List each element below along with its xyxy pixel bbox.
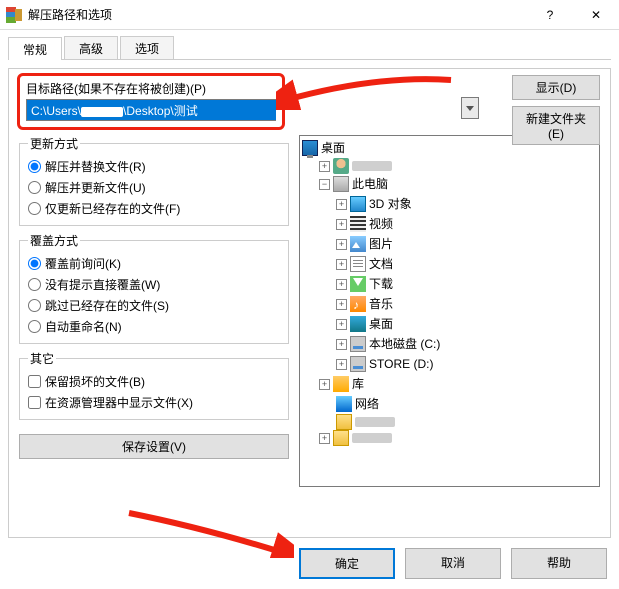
new-folder-button[interactable]: 新建文件夹(E) xyxy=(512,106,600,145)
help-button[interactable]: 帮助 xyxy=(511,548,607,579)
expand-icon[interactable]: + xyxy=(319,433,330,444)
overwrite-opt-ask[interactable]: 覆盖前询问(K) xyxy=(28,253,280,274)
download-icon xyxy=(350,276,366,292)
app-icon xyxy=(6,7,22,23)
display-button[interactable]: 显示(D) xyxy=(512,75,600,100)
overwrite-opt-rename[interactable]: 自动重命名(N) xyxy=(28,316,280,337)
disk-icon xyxy=(350,336,366,352)
redacted-segment xyxy=(81,107,123,117)
path-text-prefix: C:\Users\ xyxy=(31,104,81,118)
tree-3dobjects[interactable]: +3D 对象 xyxy=(302,194,597,214)
video-icon xyxy=(350,216,366,232)
misc-keep-broken[interactable]: 保留损坏的文件(B) xyxy=(28,371,280,392)
misc-show-explorer[interactable]: 在资源管理器中显示文件(X) xyxy=(28,392,280,413)
expand-icon[interactable]: + xyxy=(336,299,347,310)
music-icon xyxy=(350,296,366,312)
tab-general[interactable]: 常规 xyxy=(8,37,62,60)
expand-icon[interactable]: + xyxy=(336,259,347,270)
expand-icon[interactable]: + xyxy=(336,359,347,370)
tree-local-disk[interactable]: +本地磁盘 (C:) xyxy=(302,334,597,354)
dialog-footer: 确定 取消 帮助 xyxy=(299,548,607,579)
cancel-button[interactable]: 取消 xyxy=(405,548,501,579)
redacted-folder xyxy=(352,433,392,443)
tree-folder-1[interactable] xyxy=(302,414,597,430)
document-icon xyxy=(350,256,366,272)
tree-documents[interactable]: +文档 xyxy=(302,254,597,274)
tabstrip: 常规 高级 选项 xyxy=(8,36,611,60)
misc-group: 其它 保留损坏的文件(B) 在资源管理器中显示文件(X) xyxy=(19,350,289,420)
folder-tree[interactable]: 桌面 + −此电脑 +3D 对象 +视频 +图片 +文档 +下载 +音乐 +桌面… xyxy=(299,135,600,487)
save-settings-button[interactable]: 保存设置(V) xyxy=(19,434,289,459)
tree-libraries[interactable]: +库 xyxy=(302,374,597,394)
tree-pictures[interactable]: +图片 xyxy=(302,234,597,254)
update-opt-update[interactable]: 解压并更新文件(U) xyxy=(28,177,280,198)
overwrite-opt-noask[interactable]: 没有提示直接覆盖(W) xyxy=(28,274,280,295)
monitor-icon xyxy=(302,140,318,156)
expand-icon[interactable]: + xyxy=(319,161,330,172)
update-mode-legend: 更新方式 xyxy=(28,135,80,152)
cube-icon xyxy=(350,196,366,212)
tab-advanced[interactable]: 高级 xyxy=(64,36,118,59)
update-mode-group: 更新方式 解压并替换文件(R) 解压并更新文件(U) 仅更新已经存在的文件(F) xyxy=(19,135,289,226)
tab-panel: 目标路径(如果不存在将被创建)(P) C:\Users\\Desktop\测试 … xyxy=(8,68,611,538)
redacted-folder xyxy=(355,417,395,427)
expand-icon[interactable]: + xyxy=(336,339,347,350)
computer-icon xyxy=(333,176,349,192)
overwrite-mode-legend: 覆盖方式 xyxy=(28,232,80,249)
tab-options[interactable]: 选项 xyxy=(120,36,174,59)
misc-legend: 其它 xyxy=(28,350,56,367)
tree-user[interactable]: + xyxy=(302,158,597,174)
close-caption-button[interactable]: ✕ xyxy=(573,0,619,30)
disk-icon xyxy=(350,356,366,372)
tree-network[interactable]: 网络 xyxy=(302,394,597,414)
expand-icon[interactable]: + xyxy=(336,219,347,230)
user-icon xyxy=(333,158,349,174)
picture-icon xyxy=(350,236,366,252)
update-opt-refresh[interactable]: 仅更新已经存在的文件(F) xyxy=(28,198,280,219)
expand-icon[interactable]: + xyxy=(336,319,347,330)
destination-path-input[interactable]: C:\Users\ \Desktop\测试 xyxy=(26,99,276,121)
library-icon xyxy=(333,376,349,392)
overwrite-opt-skip[interactable]: 跳过已经存在的文件(S) xyxy=(28,295,280,316)
expand-icon[interactable]: + xyxy=(336,279,347,290)
tree-folder-2[interactable]: + xyxy=(302,430,597,446)
folder-icon xyxy=(336,414,352,430)
help-caption-button[interactable]: ? xyxy=(527,0,573,30)
expand-icon[interactable]: + xyxy=(336,239,347,250)
tree-downloads[interactable]: +下载 xyxy=(302,274,597,294)
ok-button[interactable]: 确定 xyxy=(299,548,395,579)
destination-path-group: 目标路径(如果不存在将被创建)(P) C:\Users\ \Desktop\测试 xyxy=(17,73,285,130)
tree-music[interactable]: +音乐 xyxy=(302,294,597,314)
tree-desk[interactable]: +桌面 xyxy=(302,314,597,334)
path-text-suffix: \Desktop\测试 xyxy=(123,104,198,118)
tree-store[interactable]: +STORE (D:) xyxy=(302,354,597,374)
path-dropdown-button[interactable] xyxy=(461,97,479,119)
update-opt-replace[interactable]: 解压并替换文件(R) xyxy=(28,156,280,177)
destination-path-label: 目标路径(如果不存在将被创建)(P) xyxy=(26,80,276,97)
expand-icon[interactable]: + xyxy=(336,199,347,210)
chevron-down-icon xyxy=(466,106,474,111)
folder-icon xyxy=(333,430,349,446)
tree-videos[interactable]: +视频 xyxy=(302,214,597,234)
redacted-user xyxy=(352,161,392,171)
titlebar: 解压路径和选项 ? ✕ xyxy=(0,0,619,30)
network-icon xyxy=(336,396,352,412)
tree-thispc[interactable]: −此电脑 xyxy=(302,174,597,194)
desktop-icon xyxy=(350,316,366,332)
collapse-icon[interactable]: − xyxy=(319,179,330,190)
overwrite-mode-group: 覆盖方式 覆盖前询问(K) 没有提示直接覆盖(W) 跳过已经存在的文件(S) 自… xyxy=(19,232,289,344)
window-title: 解压路径和选项 xyxy=(28,6,527,23)
expand-icon[interactable]: + xyxy=(319,379,330,390)
